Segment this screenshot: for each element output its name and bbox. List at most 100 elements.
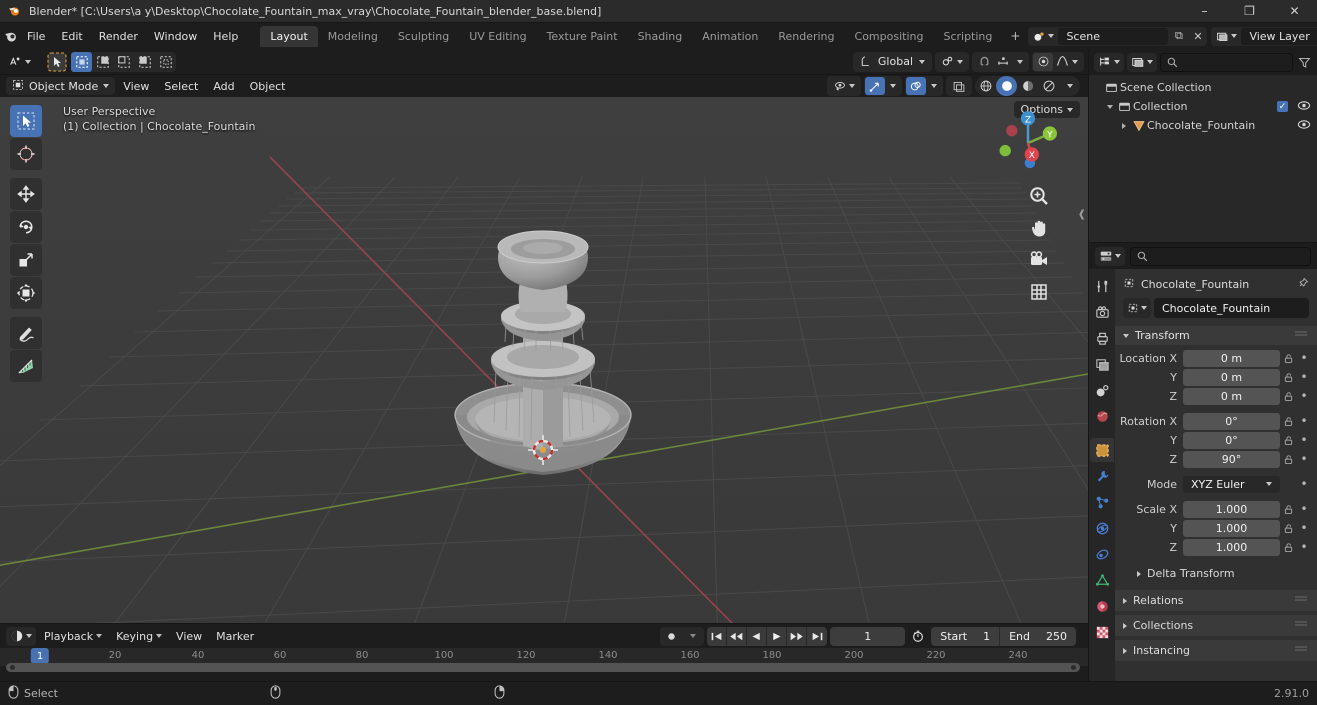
animate-property-dot-icon[interactable]: • — [1297, 521, 1311, 535]
orthographic-toggle-icon[interactable] — [1026, 279, 1052, 305]
new-scene-button[interactable]: ⧉ — [1169, 27, 1188, 46]
magnet-icon[interactable] — [973, 55, 994, 68]
select-subtract-icon[interactable] — [113, 52, 134, 72]
object-mode-selector[interactable]: Object Mode — [6, 77, 116, 95]
properties-editor-type-selector[interactable] — [1095, 246, 1125, 266]
blender-menu-icon[interactable] — [4, 26, 19, 46]
start-frame-field[interactable]: Start 1 — [931, 627, 999, 646]
gizmo-toggle-group[interactable] — [864, 76, 902, 96]
proportional-edit-icon[interactable] — [1033, 52, 1053, 71]
collection-checkbox[interactable]: ✓ — [1277, 101, 1288, 112]
object-icon[interactable] — [1090, 438, 1114, 462]
world-icon[interactable] — [1090, 404, 1114, 428]
active-tool-indicator[interactable] — [47, 52, 67, 72]
tab-compositing[interactable]: Compositing — [845, 26, 934, 47]
tab-layout[interactable]: Layout — [260, 25, 318, 47]
lock-icon[interactable] — [1280, 353, 1297, 364]
tab-rendering[interactable]: Rendering — [768, 26, 844, 47]
tab-modeling[interactable]: Modeling — [318, 26, 388, 47]
timeline-menu-keying[interactable]: Keying — [110, 628, 168, 645]
transform-tool-icon[interactable] — [10, 277, 42, 309]
outliner-search-input[interactable] — [1160, 52, 1293, 72]
relations-panel-header[interactable]: Relations — [1115, 590, 1317, 611]
outliner-editor-type-selector[interactable] — [1094, 52, 1124, 72]
tab-uv-editing[interactable]: UV Editing — [459, 26, 536, 47]
timeline-horizontal-scrollbar[interactable] — [6, 663, 1080, 672]
animate-property-dot-icon[interactable]: • — [1297, 452, 1311, 466]
scene-selector[interactable]: Scene ⧉ ✕ — [1028, 26, 1208, 46]
transform-orientation-selector[interactable]: Global — [852, 51, 932, 72]
play-reverse-button[interactable] — [747, 626, 768, 646]
minimize-button[interactable]: – — [1182, 0, 1227, 22]
shading-options-chevron-icon[interactable] — [1059, 76, 1080, 96]
camera-view-icon[interactable] — [1026, 247, 1052, 273]
eye-icon[interactable] — [1297, 100, 1311, 114]
timeline-menu-marker[interactable]: Marker — [210, 628, 260, 645]
disclosure-triangle-down-icon[interactable] — [1103, 104, 1116, 109]
next-keyframe-button[interactable] — [787, 626, 808, 646]
object-name-field[interactable]: Chocolate_Fountain — [1154, 298, 1309, 318]
lock-icon[interactable] — [1280, 435, 1297, 446]
tab-animation[interactable]: Animation — [692, 26, 768, 47]
location-y-field[interactable]: 0 m — [1183, 368, 1280, 386]
particles-icon[interactable] — [1090, 490, 1114, 514]
animate-property-dot-icon[interactable]: • — [1297, 370, 1311, 384]
tab-scripting[interactable]: Scripting — [933, 26, 1002, 47]
view-layer-selector[interactable]: View Layer ⧉ ✕ — [1211, 26, 1317, 46]
viewport-menu-view[interactable]: View — [116, 78, 156, 95]
gizmo-icon[interactable] — [865, 77, 885, 95]
scale-tool-icon[interactable] — [10, 244, 42, 276]
material-icon[interactable] — [1090, 594, 1114, 618]
maximize-button[interactable]: ❐ — [1227, 0, 1272, 22]
zoom-icon[interactable] — [1026, 183, 1052, 209]
select-extend-icon[interactable] — [92, 52, 113, 72]
overlays-icon[interactable] — [906, 77, 926, 95]
outliner-row-chocolate-fountain[interactable]: Chocolate_Fountain — [1089, 116, 1317, 135]
xray-icon[interactable] — [947, 80, 971, 93]
lock-icon[interactable] — [1280, 504, 1297, 515]
select-invert-icon[interactable] — [134, 52, 155, 72]
lock-icon[interactable] — [1280, 372, 1297, 383]
3d-viewport[interactable]: User Perspective (1) Collection | Chocol… — [0, 97, 1088, 623]
lock-icon[interactable] — [1280, 416, 1297, 427]
outliner-row-scene-collection[interactable]: Scene Collection — [1089, 78, 1317, 97]
animate-property-dot-icon[interactable]: • — [1297, 389, 1311, 403]
animate-property-dot-icon[interactable]: • — [1297, 433, 1311, 447]
annotate-tool-icon[interactable] — [10, 317, 42, 349]
menu-file[interactable]: File — [19, 27, 53, 46]
select-set-icon[interactable] — [71, 51, 92, 72]
jump-to-end-button[interactable] — [807, 627, 827, 646]
jump-to-start-button[interactable] — [707, 626, 728, 646]
scene-icon[interactable] — [1090, 378, 1114, 402]
timeline-menu-view[interactable]: View — [170, 628, 208, 645]
close-button[interactable]: ✕ — [1272, 0, 1317, 22]
rotation-y-field[interactable]: 0° — [1183, 431, 1280, 449]
collections-panel-header[interactable]: Collections — [1115, 615, 1317, 636]
render-icon[interactable] — [1090, 300, 1114, 324]
transform-panel-header[interactable]: Transform — [1115, 326, 1317, 345]
pan-hand-icon[interactable] — [1026, 215, 1052, 241]
menu-window[interactable]: Window — [146, 27, 205, 46]
add-workspace-button[interactable]: + — [1002, 26, 1028, 46]
lock-icon[interactable] — [1280, 454, 1297, 465]
proportional-edit-group[interactable] — [1032, 51, 1084, 72]
rotate-tool-icon[interactable] — [10, 211, 42, 243]
cursor-tool-icon[interactable] — [10, 138, 42, 170]
timeline-playhead[interactable]: 1 — [30, 648, 50, 664]
location-x-field[interactable]: 0 m — [1183, 349, 1280, 367]
current-frame-field[interactable]: 1 — [830, 626, 906, 646]
xray-toggle[interactable] — [946, 76, 972, 96]
animate-property-dot-icon[interactable]: • — [1297, 477, 1311, 491]
rendered-shading-icon[interactable] — [1038, 76, 1059, 96]
move-tool-icon[interactable] — [10, 178, 42, 210]
menu-render[interactable]: Render — [91, 27, 146, 46]
viewport-menu-add[interactable]: Add — [206, 78, 241, 95]
overlays-toggle-group[interactable] — [905, 76, 943, 96]
menu-help[interactable]: Help — [205, 27, 246, 46]
lock-icon[interactable] — [1280, 523, 1297, 534]
view-layer-name-field[interactable]: View Layer — [1241, 27, 1317, 45]
modifier-icon[interactable] — [1090, 464, 1114, 488]
rotation-mode-dropdown[interactable]: XYZ Euler — [1183, 475, 1280, 493]
lock-icon[interactable] — [1280, 542, 1297, 553]
location-z-field[interactable]: 0 m — [1183, 387, 1280, 405]
